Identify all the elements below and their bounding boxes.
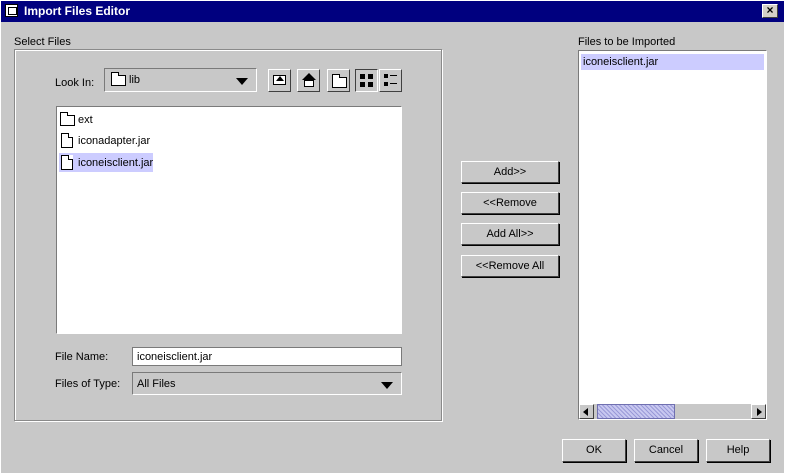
file-icon — [61, 133, 73, 148]
scroll-left-icon[interactable] — [579, 404, 594, 419]
ok-button[interactable]: OK — [562, 439, 626, 462]
folder-icon — [111, 72, 126, 86]
files-of-type-label: Files of Type: — [55, 378, 121, 390]
new-folder-icon — [332, 74, 347, 88]
list-item[interactable]: iconeisclient.jar — [581, 54, 764, 70]
remove-all-button[interactable]: <<Remove All — [461, 255, 559, 277]
imported-item-name: iconeisclient.jar — [583, 56, 659, 68]
file-icon — [61, 155, 73, 170]
title-bar[interactable]: Import Files Editor × — [1, 1, 784, 22]
file-item-name: ext — [78, 114, 93, 126]
cancel-button[interactable]: Cancel — [634, 439, 698, 462]
add-all-button[interactable]: Add All>> — [461, 223, 559, 245]
files-to-import-list[interactable]: iconeisclient.jar — [578, 50, 767, 420]
files-to-import-label: Files to be Imported — [578, 36, 676, 48]
look-in-combo[interactable]: lib — [104, 68, 257, 92]
list-view-icon — [360, 74, 373, 87]
file-name-label: File Name: — [55, 351, 109, 363]
file-list[interactable]: ext iconadapter.jar iconeisclient.jar — [56, 106, 402, 334]
chevron-down-icon — [381, 382, 393, 389]
home-button[interactable] — [297, 69, 320, 92]
add-button[interactable]: Add>> — [461, 161, 559, 183]
details-view-icon — [384, 74, 397, 87]
up-one-level-button[interactable] — [268, 69, 291, 92]
list-item[interactable]: iconeisclient.jar — [59, 153, 153, 172]
horizontal-scrollbar[interactable] — [579, 404, 766, 419]
file-item-name: iconadapter.jar — [78, 135, 151, 147]
new-folder-button[interactable] — [327, 69, 350, 92]
file-name-input[interactable]: iconeisclient.jar — [132, 347, 402, 366]
help-button[interactable]: Help — [706, 439, 770, 462]
list-item[interactable]: ext — [59, 110, 119, 129]
files-of-type-combo[interactable]: All Files — [132, 372, 402, 395]
file-name-value: iconeisclient.jar — [137, 351, 213, 363]
close-icon[interactable]: × — [762, 4, 778, 18]
look-in-value: lib — [129, 74, 141, 86]
chevron-down-icon — [236, 78, 248, 85]
home-icon — [302, 73, 316, 80]
list-item[interactable]: iconadapter.jar — [59, 131, 179, 150]
home-icon-body — [304, 80, 314, 87]
scroll-right-icon[interactable] — [751, 404, 766, 419]
details-view-button[interactable] — [379, 69, 402, 92]
remove-button[interactable]: <<Remove — [461, 192, 559, 214]
scrollbar-thumb[interactable] — [597, 404, 675, 419]
look-in-label: Look In: — [55, 77, 95, 89]
files-of-type-value: All Files — [137, 378, 176, 390]
app-icon — [5, 4, 18, 17]
up-arrow-icon — [276, 76, 284, 81]
window-title: Import Files Editor — [24, 4, 131, 18]
import-files-editor-window: Import Files Editor × Select Files Look … — [0, 0, 785, 474]
list-view-button[interactable] — [355, 69, 378, 92]
select-files-label: Select Files — [14, 36, 71, 48]
folder-icon — [60, 112, 75, 126]
file-item-name: iconeisclient.jar — [78, 157, 154, 169]
